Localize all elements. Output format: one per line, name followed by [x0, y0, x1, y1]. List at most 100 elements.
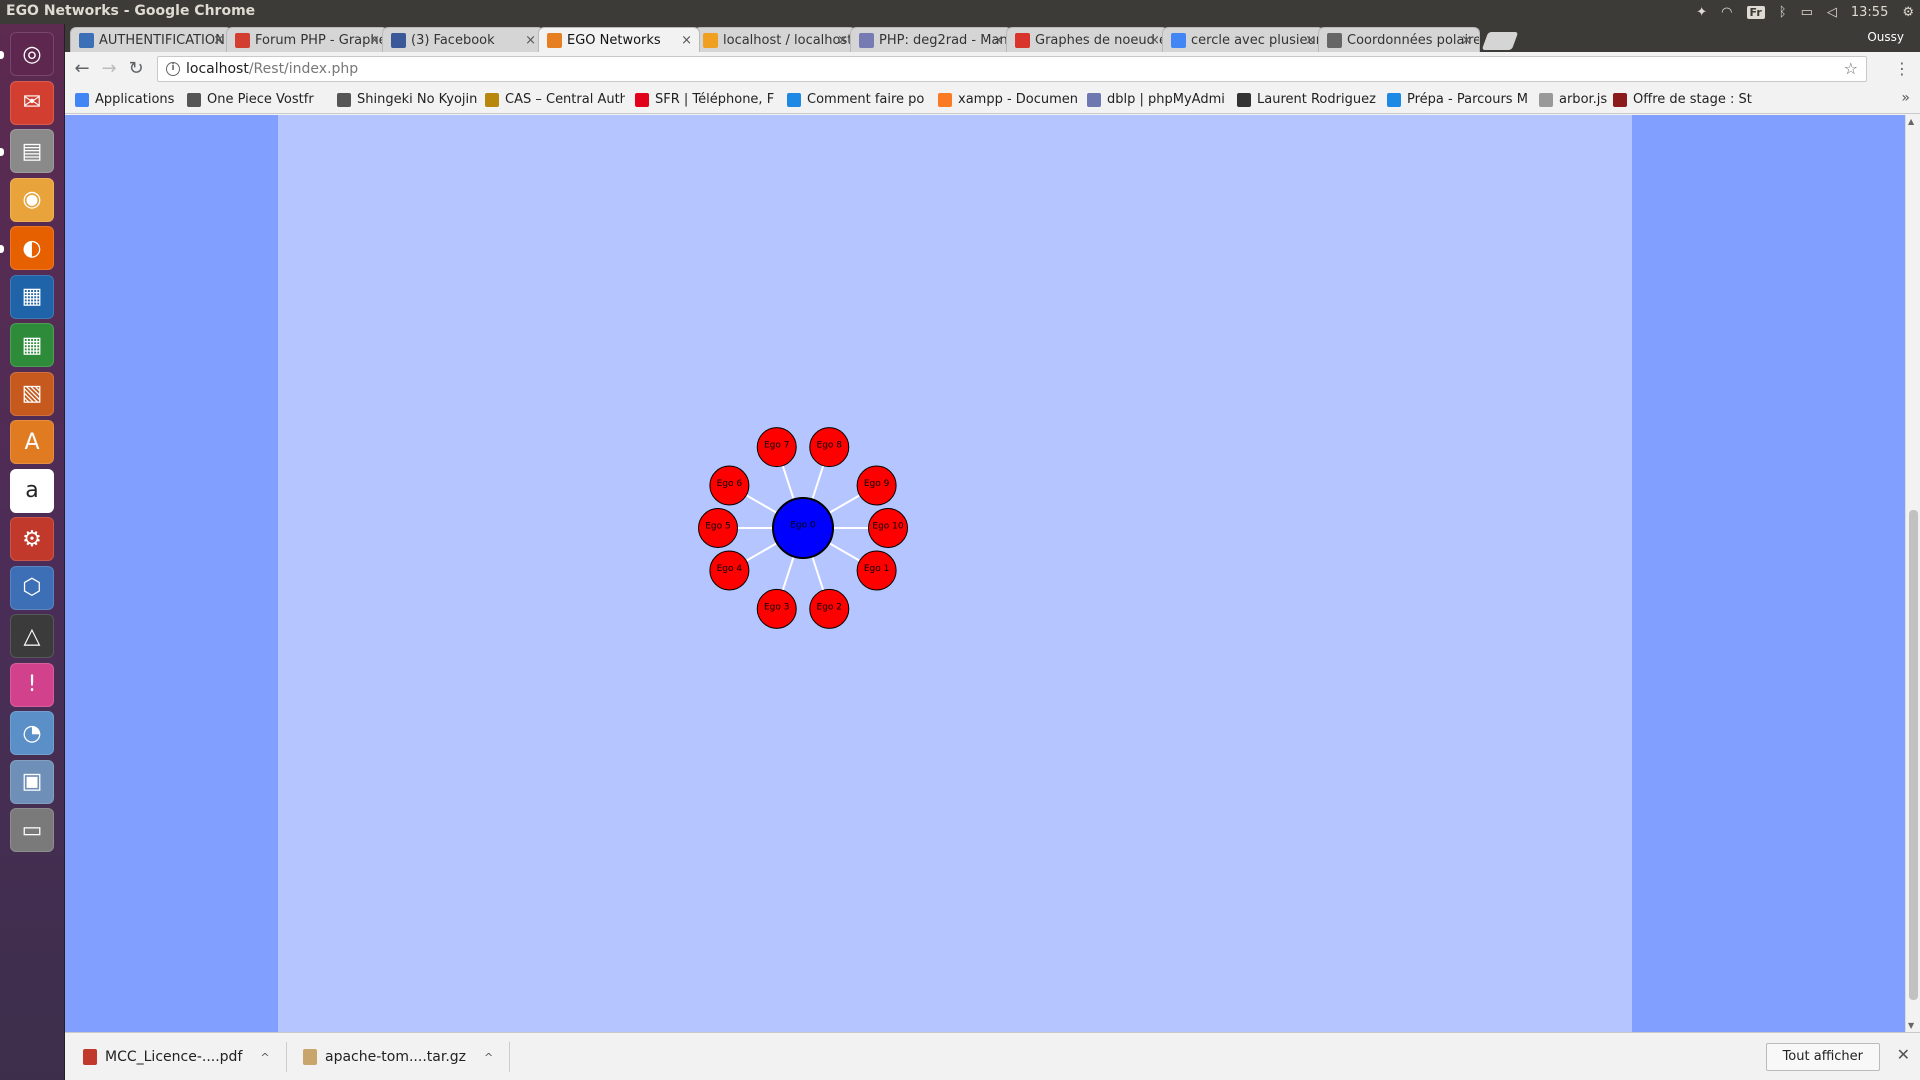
graph-node-label: Ego 4: [717, 564, 743, 574]
ubuntu-dash-icon[interactable]: ◎: [10, 32, 54, 76]
tab-favicon-icon: [391, 33, 406, 48]
tab-favicon-icon: [547, 33, 562, 48]
bookmark-item[interactable]: arbor.js: [1539, 91, 1607, 109]
browser-tab[interactable]: cercle avec plusieurs ×: [1162, 27, 1324, 52]
postgres-icon[interactable]: ◔: [10, 711, 54, 755]
bookmark-favicon-icon: [485, 93, 499, 107]
bookmark-item[interactable]: Applications: [75, 91, 174, 109]
profile-button[interactable]: Oussy: [1861, 26, 1910, 48]
files-icon[interactable]: ▤: [10, 129, 54, 173]
ego-network-graph: Ego 1 Ego 2 Ego 3 Ego 4 Ego 5 Ego 6 Ego 7 Ego 8…: [698, 427, 908, 629]
clock[interactable]: 13:55: [1851, 5, 1888, 20]
back-arrow-icon[interactable]: ←: [71, 58, 93, 80]
scroll-up-icon[interactable]: ▲: [1908, 117, 1914, 126]
tab-label: PHP: deg2rad - Manu: [879, 33, 1012, 48]
bookmark-favicon-icon: [635, 93, 649, 107]
info-icon[interactable]: i: [166, 62, 180, 76]
software-center-icon[interactable]: A: [10, 420, 54, 464]
system-tray: ✦ ◠ Fr ᛒ ▭ ◁ 13:55 ⚙: [1696, 0, 1914, 24]
browser-tab[interactable]: EGO Networks ×: [538, 27, 700, 52]
tab-favicon-icon: [79, 33, 94, 48]
firefox-icon[interactable]: ◐: [10, 226, 54, 270]
page-viewport: Ego 1 Ego 2 Ego 3 Ego 4 Ego 5 Ego 6 Ego 7 Ego 8…: [65, 115, 1905, 1032]
tab-favicon-icon: [1327, 33, 1342, 48]
tab-close-icon[interactable]: ×: [1149, 28, 1160, 52]
wifi-icon[interactable]: ◠: [1721, 5, 1732, 20]
browser-tab[interactable]: localhost / localhost ×: [694, 27, 856, 52]
bookmark-label: Laurent Rodriguez: [1257, 92, 1376, 107]
tab-close-icon[interactable]: ×: [837, 28, 848, 52]
bookmark-item[interactable]: Comment faire po: [787, 91, 924, 109]
impress-icon[interactable]: ▧: [10, 371, 54, 416]
reload-icon[interactable]: ↻: [125, 58, 147, 80]
calc-icon[interactable]: ▦: [10, 323, 54, 367]
volume-icon[interactable]: ◁: [1827, 5, 1837, 20]
show-all-downloads-button[interactable]: Tout afficher: [1765, 1043, 1880, 1071]
browser-tab[interactable]: Graphes de noeud en ×: [1006, 27, 1168, 52]
tab-label: AUTHENTIFICATION: [99, 33, 225, 48]
chrome-icon[interactable]: ◉: [10, 177, 54, 222]
bookmark-favicon-icon: [1237, 93, 1251, 107]
forward-arrow-icon[interactable]: →: [98, 58, 120, 80]
bluetooth-icon[interactable]: ᛒ: [1779, 5, 1787, 20]
bookmark-item[interactable]: Laurent Rodriguez: [1237, 91, 1376, 109]
browser-tab[interactable]: Forum PHP - Graphe ×: [226, 27, 388, 52]
tab-close-icon[interactable]: ×: [993, 28, 1004, 52]
bookmark-item[interactable]: Shingeki No Kyojin: [337, 91, 477, 109]
download-filename: MCC_Licence-....pdf: [105, 1049, 243, 1065]
amazon-icon[interactable]: a: [10, 468, 54, 513]
browser-tab[interactable]: PHP: deg2rad - Manu ×: [850, 27, 1012, 52]
bookmark-favicon-icon: [1087, 93, 1101, 107]
system-settings-icon[interactable]: ⚙: [10, 517, 54, 561]
bookmark-label: One Piece Vostfr: [207, 92, 314, 107]
tab-close-icon[interactable]: ×: [1305, 28, 1316, 52]
graph-center-node-label: Ego 0: [790, 521, 816, 531]
mail-icon[interactable]: ✉: [10, 80, 54, 125]
bookmark-item[interactable]: xampp - Documen: [938, 91, 1078, 109]
virtualbox-icon[interactable]: ⬡: [10, 565, 54, 610]
keyboard-layout-indicator[interactable]: Fr: [1746, 5, 1765, 19]
app-icon-pink[interactable]: !: [10, 662, 54, 707]
bookmark-item[interactable]: SFR | Téléphone, F: [635, 91, 774, 109]
browser-toolbar: ← → ↻ i localhost/Rest/index.php ☆ ⋮: [65, 52, 1920, 86]
chevron-up-icon[interactable]: ^: [260, 1043, 269, 1073]
running-indicator: [0, 50, 4, 59]
download-item[interactable]: MCC_Licence-....pdf ^: [75, 1042, 287, 1072]
tab-label: Forum PHP - Graphe: [255, 33, 387, 48]
tab-close-icon[interactable]: ×: [681, 28, 692, 52]
tab-close-icon[interactable]: ×: [369, 28, 380, 52]
download-item[interactable]: apache-tom....tar.gz ^: [295, 1042, 511, 1073]
gear-icon[interactable]: ⚙: [1902, 5, 1914, 20]
bookmark-item[interactable]: Offre de stage : St: [1613, 91, 1752, 109]
url-path: /Rest/index.php: [248, 61, 359, 77]
chrome-menu-icon[interactable]: ⋮: [1894, 59, 1910, 78]
page-scrollbar[interactable]: ▲ ▼: [1905, 115, 1920, 1032]
close-downloads-bar-icon[interactable]: ✕: [1897, 1045, 1910, 1064]
bookmark-item[interactable]: Prépa - Parcours M: [1387, 91, 1527, 109]
bookmark-label: arbor.js: [1559, 92, 1608, 107]
bookmarks-overflow-icon[interactable]: »: [1901, 90, 1910, 106]
writer-icon[interactable]: ▦: [10, 274, 54, 319]
tab-close-icon[interactable]: ×: [1461, 28, 1472, 52]
tab-label: Graphes de noeud en: [1035, 33, 1168, 48]
browser-tab[interactable]: Coordonnées polaires ×: [1318, 27, 1480, 52]
bookmark-star-icon[interactable]: ☆: [1844, 57, 1858, 81]
trash-icon[interactable]: ▭: [10, 808, 54, 852]
inkscape-icon[interactable]: △: [10, 614, 54, 658]
browser-tab[interactable]: (3) Facebook ×: [382, 27, 544, 52]
browser-tab[interactable]: AUTHENTIFICATION ×: [70, 27, 232, 52]
bookmark-item[interactable]: One Piece Vostfr: [187, 91, 314, 109]
address-bar[interactable]: i localhost/Rest/index.php ☆: [157, 56, 1867, 82]
chevron-up-icon[interactable]: ^: [484, 1043, 493, 1073]
tab-close-icon[interactable]: ×: [525, 28, 536, 52]
scroll-down-icon[interactable]: ▼: [1908, 1021, 1914, 1030]
bookmark-item[interactable]: CAS – Central Auth: [485, 91, 625, 109]
bookmark-item[interactable]: dblp | phpMyAdmi: [1087, 91, 1225, 109]
tab-close-icon[interactable]: ×: [213, 28, 224, 52]
scrollbar-thumb[interactable]: [1909, 510, 1918, 1000]
bookmark-favicon-icon: [337, 93, 351, 107]
battery-icon[interactable]: ▭: [1801, 5, 1813, 20]
new-tab-button[interactable]: [1481, 32, 1519, 50]
dropbox-icon[interactable]: ✦: [1696, 5, 1707, 20]
workspace-icon[interactable]: ▣: [10, 759, 54, 804]
